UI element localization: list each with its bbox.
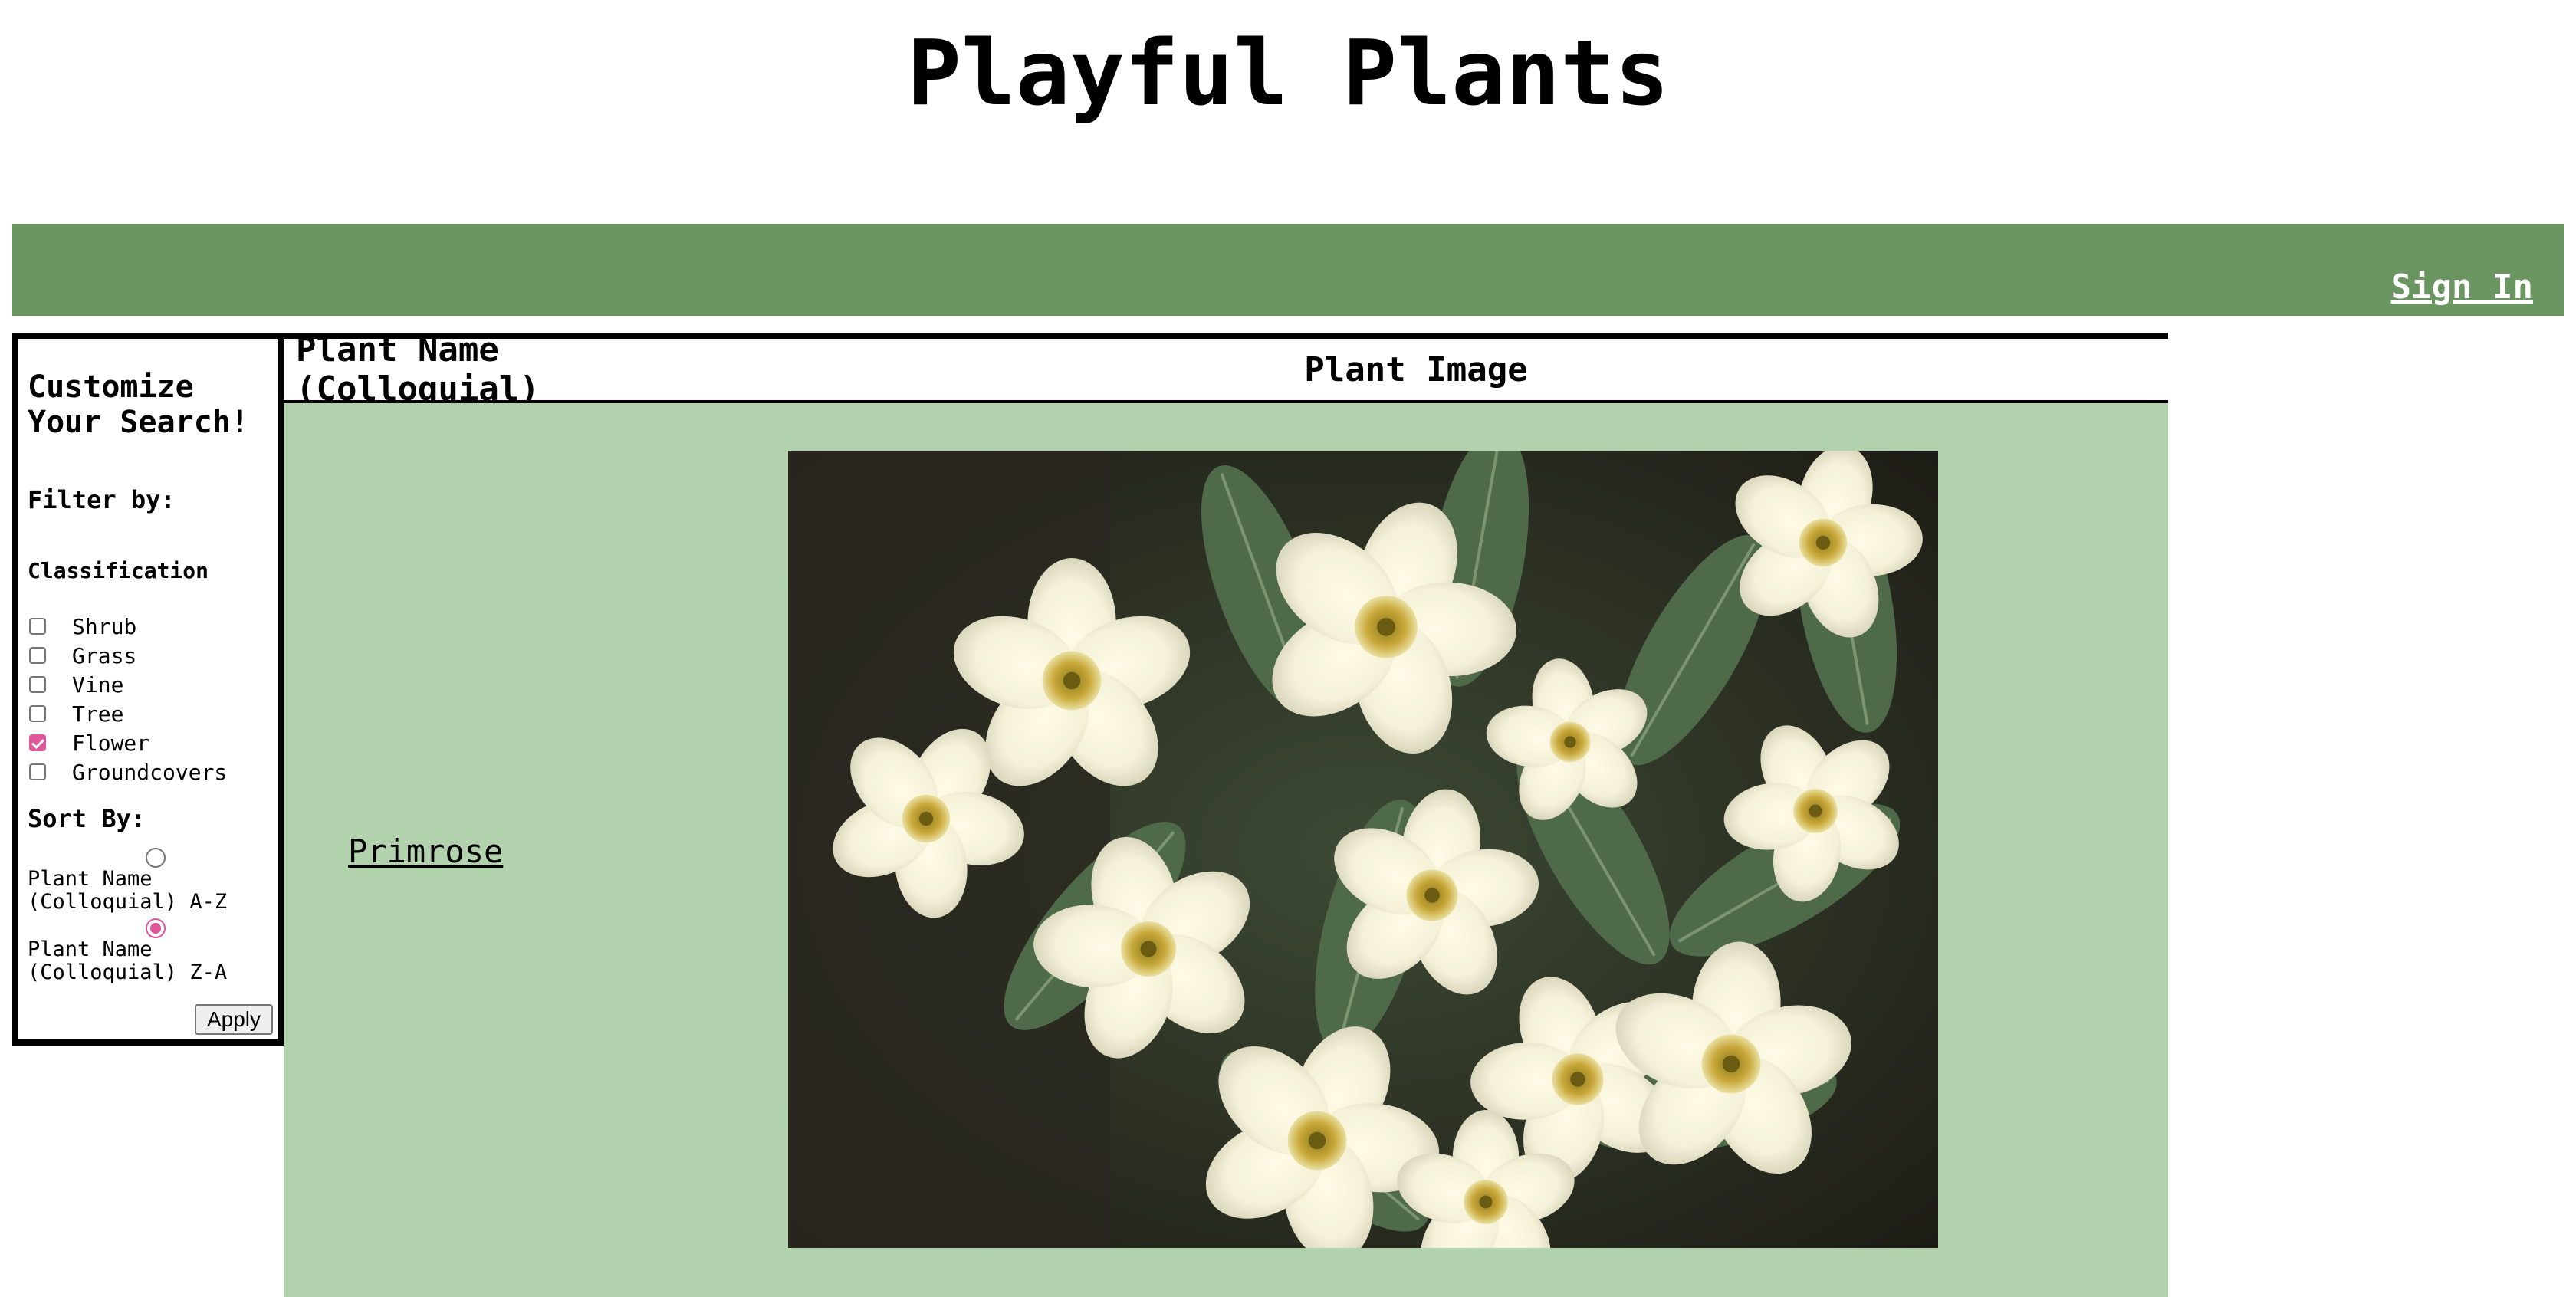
nav-bar: Sign In xyxy=(12,224,2564,316)
shrub-checkbox[interactable] xyxy=(29,618,46,635)
table-row: Primrose xyxy=(284,403,2168,1297)
results-table: Plant Name (Colloquial) Plant Image Prim… xyxy=(284,330,2168,1297)
sort-z-a-label: Plant Name (Colloquial) Z-A xyxy=(28,937,228,984)
checkbox-label: Tree xyxy=(72,701,124,727)
checkbox-row-grass[interactable]: Grass xyxy=(28,641,278,670)
primrose-photo xyxy=(788,451,1938,1248)
column-header-image: Plant Image xyxy=(1304,350,1528,389)
classification-label: Classification xyxy=(28,558,209,583)
flower-checkbox[interactable] xyxy=(29,734,46,751)
checkbox-label: Flower xyxy=(72,730,150,756)
plant-name-link[interactable]: Primrose xyxy=(348,832,503,870)
checkbox-row-tree[interactable]: Tree xyxy=(28,699,278,728)
grass-checkbox[interactable] xyxy=(29,647,46,664)
tree-checkbox[interactable] xyxy=(29,705,46,722)
vine-checkbox[interactable] xyxy=(29,676,46,693)
plant-image[interactable] xyxy=(788,451,1938,1248)
sort-option-z-a[interactable]: Plant Name (Colloquial) Z-A xyxy=(28,918,278,984)
sort-option-a-z[interactable]: Plant Name (Colloquial) A-Z xyxy=(28,848,278,914)
checkbox-label: Shrub xyxy=(72,613,137,639)
checkbox-label: Groundcovers xyxy=(72,759,228,785)
checkbox-row-shrub[interactable]: Shrub xyxy=(28,612,278,641)
sort-by-label: Sort By: xyxy=(28,804,146,833)
groundcovers-checkbox[interactable] xyxy=(29,763,46,780)
filter-sidebar: Customize Your Search! Filter by: Classi… xyxy=(12,333,284,1046)
column-header-name: Plant Name (Colloquial) xyxy=(296,330,540,409)
sort-a-z-radio[interactable] xyxy=(146,848,166,868)
page: Playful Plants Sign In Customize Your Se… xyxy=(0,0,2576,1297)
apply-button[interactable]: Apply xyxy=(194,1004,273,1035)
checkbox-label: Vine xyxy=(72,671,124,698)
filter-by-label: Filter by: xyxy=(28,485,176,514)
results-header-row: Plant Name (Colloquial) Plant Image xyxy=(284,330,2168,409)
classification-checkbox-list: Shrub Grass Vine Tree Flower Groundcover… xyxy=(28,612,278,786)
sort-z-a-radio[interactable] xyxy=(146,918,166,938)
checkbox-row-groundcovers[interactable]: Groundcovers xyxy=(28,757,278,786)
checkbox-row-flower[interactable]: Flower xyxy=(28,728,278,757)
sort-a-z-label: Plant Name (Colloquial) A-Z xyxy=(28,867,228,914)
site-title: Playful Plants xyxy=(906,20,1670,126)
sign-in-link[interactable]: Sign In xyxy=(2391,268,2533,307)
checkbox-row-vine[interactable]: Vine xyxy=(28,670,278,699)
sidebar-heading: Customize Your Search! xyxy=(28,369,249,440)
checkbox-label: Grass xyxy=(72,642,137,668)
